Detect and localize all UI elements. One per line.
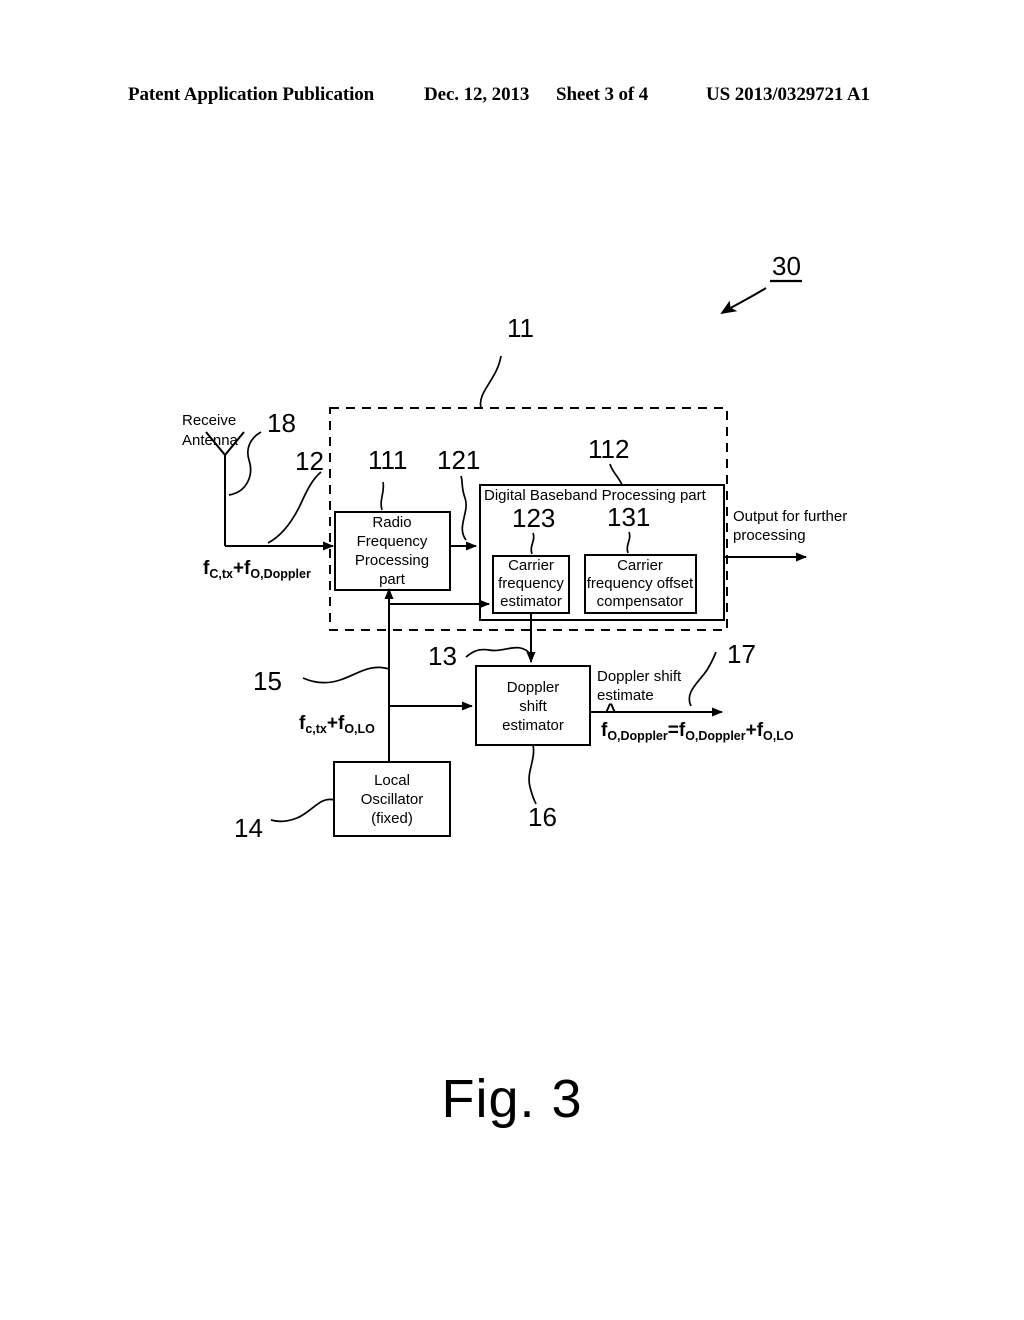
rx-signal-formula: fC,tx+fO,Doppler xyxy=(203,558,311,581)
figure-caption: Fig. 3 xyxy=(441,1069,583,1129)
lo-label-line-2: Oscillator xyxy=(361,791,424,808)
cfe-label-line-3: estimator xyxy=(500,593,562,610)
lo-signal-formula: fc,tx+fO,LO xyxy=(299,713,375,736)
ref-num-111: 111 xyxy=(368,445,408,475)
ref-num-121: 121 xyxy=(437,445,480,475)
lo-label-line-3: (fixed) xyxy=(371,810,413,827)
ref-num-18: 18 xyxy=(267,408,296,438)
dop-formula-base-2: =f xyxy=(668,720,686,741)
rx-formula-sub-1: C,tx xyxy=(209,567,233,581)
lo-formula-sub-1: c,tx xyxy=(305,722,327,736)
rx-formula-base-2: +f xyxy=(233,558,251,579)
ref-num-30: 30 xyxy=(772,251,801,281)
ref-lead-111: 111 xyxy=(368,445,408,511)
cfe-label-line-2: frequency xyxy=(498,575,564,592)
output-label-line-2: processing xyxy=(733,527,806,544)
ref-lead-16: 16 xyxy=(528,744,557,832)
doppler-hat-accent: ^ xyxy=(605,701,616,722)
ref-num-123: 123 xyxy=(512,503,555,533)
cfoc-label-line-2: frequency offset xyxy=(587,575,694,592)
ref-num-15: 15 xyxy=(253,666,282,696)
rf-label-line-2: Frequency xyxy=(357,533,428,550)
ref-lead-18: 18 xyxy=(228,408,296,496)
system-reference-30: 30 xyxy=(720,251,802,315)
ref-num-17: 17 xyxy=(727,639,756,669)
ref-lead-15: 15 xyxy=(253,666,390,696)
cfoc-label-line-1: Carrier xyxy=(617,557,663,574)
block-doppler-shift-estimator[interactable]: Doppler shift estimator xyxy=(475,665,591,746)
lo-formula-sub-2: O,LO xyxy=(344,722,375,736)
dop-formula-sub-2: O,Doppler xyxy=(685,729,746,743)
dop-formula-base-3: +f xyxy=(746,720,764,741)
ref-num-14: 14 xyxy=(234,813,263,843)
ref-num-112: 112 xyxy=(588,434,629,464)
ref-lead-11: 11 xyxy=(479,313,534,409)
dse-label-line-1: Doppler xyxy=(507,679,560,696)
ref-num-11: 11 xyxy=(507,313,534,343)
lo-formula-base-2: +f xyxy=(327,713,345,734)
lo-label-line-1: Local xyxy=(374,772,410,789)
dop-formula-sub-3: O,LO xyxy=(763,729,794,743)
signal-output-for-further-processing: Output for further processing xyxy=(724,508,847,562)
output-label-line-1: Output for further xyxy=(733,508,847,525)
ref-num-131: 131 xyxy=(607,502,650,532)
doppler-formula: fO,Doppler=fO,Doppler+fO,LO xyxy=(601,720,794,743)
rf-label-line-4: part xyxy=(379,571,406,588)
antenna-label-line-2: Antenna xyxy=(182,432,239,449)
baseband-title: Digital Baseband Processing part xyxy=(484,487,707,504)
rx-formula-sub-2: O,Doppler xyxy=(250,567,311,581)
cfoc-label-line-3: compensator xyxy=(597,593,684,610)
block-rf-processing-part[interactable]: Radio Frequency Processing part xyxy=(334,511,451,591)
ref-num-12: 12 xyxy=(295,446,324,476)
ref-lead-14: 14 xyxy=(234,798,335,843)
receive-antenna: Receive Antenna xyxy=(182,412,334,551)
ref-num-16: 16 xyxy=(528,802,557,832)
block-carrier-frequency-estimator[interactable]: Carrier frequency estimator xyxy=(492,555,570,614)
rf-label-line-3: Processing xyxy=(355,552,429,569)
ref-lead-12: 12 xyxy=(267,446,324,544)
doppler-estimate-label-line-1: Doppler shift xyxy=(597,668,682,685)
ref-lead-112: 112 xyxy=(588,434,629,486)
block-carrier-frequency-offset-compensator[interactable]: Carrier frequency offset compensator xyxy=(584,554,697,614)
block-local-oscillator[interactable]: Local Oscillator (fixed) xyxy=(333,761,451,837)
cfe-label-line-1: Carrier xyxy=(508,557,554,574)
dse-label-line-3: estimator xyxy=(502,717,564,734)
dse-label-line-2: shift xyxy=(519,698,547,715)
dop-formula-sub-1: O,Doppler xyxy=(607,729,668,743)
ref-num-13: 13 xyxy=(428,641,457,671)
ref-lead-17: 17 xyxy=(688,639,756,707)
antenna-label-line-1: Receive xyxy=(182,412,236,429)
signal-local-oscillator-bus xyxy=(384,588,490,762)
doppler-estimate-formula: ^ fO,Doppler=fO,Doppler+fO,LO xyxy=(601,701,794,743)
rf-label-line-1: Radio xyxy=(372,514,411,531)
